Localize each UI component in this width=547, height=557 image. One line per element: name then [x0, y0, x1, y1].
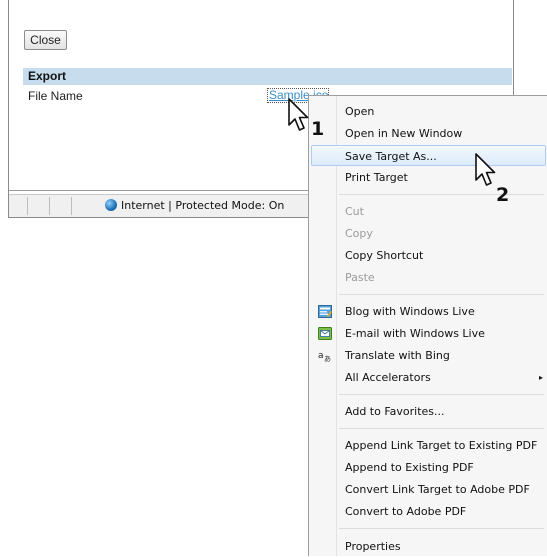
menu-item-label: Copy [345, 227, 373, 240]
svg-text:a: a [318, 351, 324, 361]
status-segment-divider [71, 197, 72, 215]
step-callout-1: 1 [311, 118, 325, 140]
mouse-pointer-icon [475, 153, 496, 186]
menu-item-copy[interactable]: Copy [311, 223, 546, 244]
translate-icon: a あ [318, 351, 331, 362]
menu-separator [339, 528, 544, 529]
menu-separator [339, 194, 544, 195]
menu-item-properties[interactable]: Properties [311, 536, 546, 557]
step-callout-2: 2 [496, 184, 510, 206]
menu-item-convert-link-target-to-adobe-pdf[interactable]: Convert Link Target to Adobe PDF [311, 479, 546, 500]
menu-item-convert-to-adobe-pdf[interactable]: Convert to Adobe PDF [311, 501, 546, 522]
menu-separator [339, 428, 544, 429]
menu-item-open-in-new-window[interactable]: Open in New Window [311, 123, 546, 144]
menu-item-print-target[interactable]: Print Target [311, 167, 546, 188]
menu-item-label: Paste [345, 271, 375, 284]
menu-item-cut[interactable]: Cut [311, 201, 546, 222]
menu-item-label: Open [345, 105, 375, 118]
file-name-label: File Name [28, 89, 83, 103]
submenu-arrow-icon: ▸ [538, 373, 543, 382]
security-zone-text[interactable]: Internet | Protected Mode: On [121, 199, 284, 212]
menu-item-label: All Accelerators [345, 371, 431, 384]
menu-item-label: Properties [345, 540, 401, 553]
menu-item-label: Save Target As... [345, 150, 437, 163]
menu-item-add-to-favorites[interactable]: Add to Favorites... [311, 401, 546, 422]
menu-item-label: Open in New Window [345, 127, 463, 140]
context-menu: Open Open in New Window Save Target As..… [308, 95, 547, 556]
menu-item-label: Convert to Adobe PDF [345, 505, 467, 518]
menu-item-blog-with-windows-live[interactable]: Blog with Windows Live [311, 301, 546, 322]
menu-item-label: E-mail with Windows Live [345, 327, 485, 340]
status-segment-divider [49, 197, 50, 215]
svg-text:あ: あ [324, 355, 331, 362]
menu-item-email-with-windows-live[interactable]: E-mail with Windows Live [311, 323, 546, 344]
close-button[interactable]: Close [24, 30, 67, 50]
mouse-pointer-icon [288, 98, 309, 131]
menu-item-label: Add to Favorites... [345, 405, 445, 418]
menu-item-label: Translate with Bing [345, 349, 450, 362]
menu-item-open[interactable]: Open [311, 101, 546, 122]
menu-item-all-accelerators[interactable]: All Accelerators ▸ [311, 367, 546, 388]
menu-item-label: Copy Shortcut [345, 249, 424, 262]
menu-separator [339, 294, 544, 295]
menu-item-save-target-as[interactable]: Save Target As... [311, 145, 546, 166]
menu-item-append-to-existing-pdf[interactable]: Append to Existing PDF [311, 457, 546, 478]
status-segment-divider [27, 197, 28, 215]
export-section-header: Export [23, 68, 512, 85]
menu-separator [339, 394, 544, 395]
blog-icon [318, 305, 332, 318]
menu-item-label: Print Target [345, 171, 408, 184]
email-icon [318, 327, 332, 340]
globe-icon [105, 199, 117, 211]
menu-item-append-link-target-to-existing-pdf[interactable]: Append Link Target to Existing PDF [311, 435, 546, 456]
menu-item-copy-shortcut[interactable]: Copy Shortcut [311, 245, 546, 266]
menu-item-translate-with-bing[interactable]: a あ Translate with Bing [311, 345, 546, 366]
menu-item-label: Append to Existing PDF [345, 461, 474, 474]
menu-item-label: Blog with Windows Live [345, 305, 475, 318]
menu-item-label: Append Link Target to Existing PDF [345, 439, 538, 452]
menu-item-label: Cut [345, 205, 364, 218]
menu-item-paste[interactable]: Paste [311, 267, 546, 288]
menu-item-label: Convert Link Target to Adobe PDF [345, 483, 530, 496]
